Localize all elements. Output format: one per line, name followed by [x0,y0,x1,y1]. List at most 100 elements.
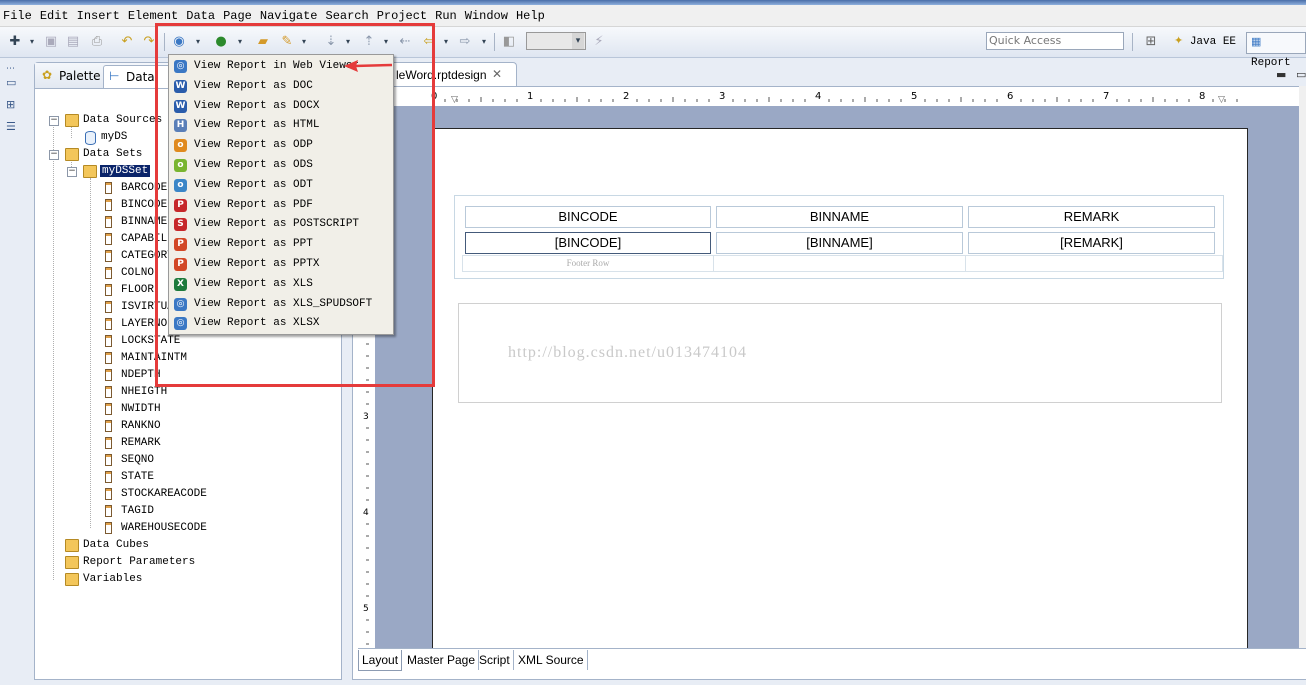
zoom-select[interactable]: ▾ [526,32,586,50]
tree-data-cubes[interactable]: Data Cubes [83,539,149,551]
toolbar-separator [494,33,495,51]
tree-column-item[interactable]: NHEIGTH [121,386,167,398]
forward-dropdown-icon[interactable]: ▾ [480,32,488,50]
perspective-java-ee[interactable]: ✦ Java EE [1170,32,1240,52]
palette-icon: ✿ [42,68,53,82]
footer-cell[interactable] [965,255,1223,272]
new-dropdown-icon[interactable]: ▾ [28,32,36,50]
column-icon [105,199,112,211]
tree-report-parameters[interactable]: Report Parameters [83,556,195,568]
left-trim-stack: ⋯ ▭ ⊞ ☰ [0,60,28,140]
menu-project[interactable]: Project [374,5,432,23]
left-margin-marker[interactable]: ▽ [451,95,458,105]
header-cell-bincode[interactable]: BINCODE [465,206,711,228]
menu-data[interactable]: Data [183,5,220,23]
lightning-icon[interactable]: ⚡ [592,32,606,50]
ruler-label: 2 [622,91,631,102]
vertical-scrollbar[interactable] [1299,86,1306,648]
menu-window[interactable]: Window [462,5,513,23]
annotation-arrow-head [344,60,358,72]
variables-icon [65,573,79,586]
tree-guide [90,178,91,528]
tree-column-item[interactable]: NWIDTH [121,403,161,415]
tree-column-item[interactable]: STATE [121,471,154,483]
perspective-report[interactable]: ▦ Report [1246,32,1306,69]
menu-navigate[interactable]: Navigate [257,5,323,23]
collapse-toggle[interactable]: − [49,150,59,160]
tree-data-sets[interactable]: Data Sets [83,148,142,160]
tree-column-item[interactable]: RANKNO [121,420,161,432]
column-icon [105,454,112,466]
tree-column-item[interactable]: REMARK [121,437,161,449]
tree-variables[interactable]: Variables [83,573,142,585]
open-perspective-icon[interactable]: ⊞ [1142,32,1160,50]
header-cell-remark[interactable]: REMARK [968,206,1215,228]
restore-icon[interactable]: ⋯ [6,64,20,76]
menu-search[interactable]: Search [323,5,374,23]
column-icon [105,369,112,381]
tree-column-item[interactable]: SEQNO [121,454,154,466]
detail-cell-remark[interactable]: [REMARK] [968,232,1215,254]
menu-page[interactable]: Page [220,5,257,23]
column-icon [105,267,112,279]
outline-icon[interactable]: ⊞ [6,98,20,111]
footer-row-label[interactable]: Footer Row [462,255,714,272]
tree-column-item[interactable]: FLOOR [121,284,154,296]
minimize-icon[interactable]: ▬ [1276,68,1286,81]
menu-file[interactable]: File [0,5,37,23]
menu-edit[interactable]: Edit [37,5,74,23]
maximize-icon[interactable]: ▭ [1296,68,1306,81]
column-icon [105,471,112,483]
property-editor-icon[interactable]: ☰ [6,120,20,133]
pin-icon[interactable]: ◧ [500,32,518,50]
menu-insert[interactable]: Insert [74,5,125,23]
right-margin-marker[interactable]: ▽ [1218,95,1225,105]
tab-script[interactable]: Script [476,650,514,670]
data-sets-icon [65,148,79,161]
tab-layout[interactable]: Layout [358,650,403,671]
column-icon [105,420,112,432]
tab-master-page[interactable]: Master Page [404,650,480,670]
undo-icon[interactable]: ↶ [118,32,136,50]
save-icon[interactable]: ▣ [42,32,60,50]
close-icon[interactable]: ✕ [492,67,502,81]
ruler-v-label: 4 [363,508,369,518]
tree-column-item[interactable]: WAREHOUSECODE [121,522,207,534]
tree-data-source-myds[interactable]: myDS [101,131,127,143]
tab-xml-source[interactable]: XML Source [515,650,588,670]
column-icon [105,403,112,415]
column-icon [105,216,112,228]
header-cell-binname[interactable]: BINNAME [716,206,963,228]
detail-cell-bincode[interactable]: [BINCODE] [465,232,711,254]
menu-run[interactable]: Run [432,5,462,23]
database-icon [85,131,96,145]
report-parameters-icon [65,556,79,569]
tree-column-item[interactable]: TAGID [121,505,154,517]
tree-column-item[interactable]: STOCKAREACODE [121,488,207,500]
ruler-v-label: 5 [363,604,369,614]
collapse-toggle[interactable]: − [49,116,59,126]
tree-data-set-mydsset[interactable]: myDSSet [100,165,151,177]
forward-icon[interactable]: ⇨ [456,32,474,50]
report-page[interactable]: BINCODE BINNAME REMARK [BINCODE] [BINNAM… [432,128,1248,650]
save-all-icon[interactable]: ▤ [64,32,82,50]
footer-cell[interactable] [713,255,966,272]
tree-data-sources[interactable]: Data Sources [83,114,162,126]
data-cubes-icon [65,539,79,552]
menu-element[interactable]: Element [125,5,183,23]
column-icon [105,488,112,500]
restore-view-icon[interactable]: ▭ [6,76,20,89]
quick-access-input[interactable]: Quick Access [986,32,1124,50]
print-icon[interactable]: ⎙ [88,32,106,50]
detail-cell-binname[interactable]: [BINNAME] [716,232,963,254]
ruler-label: 6 [1006,91,1015,102]
ruler-ticks [432,95,1238,102]
collapse-toggle[interactable]: − [67,167,77,177]
tab-palette[interactable]: ✿ Palette [37,65,109,87]
tree-column-item[interactable]: COLNO [121,267,154,279]
editor-page-tabs: Layout Master Page Script XML Source [358,648,1306,673]
menu-help[interactable]: Help [513,5,550,23]
back-dropdown-icon[interactable]: ▾ [442,32,450,50]
column-icon [105,505,112,517]
new-icon[interactable]: ✚ [4,32,26,50]
